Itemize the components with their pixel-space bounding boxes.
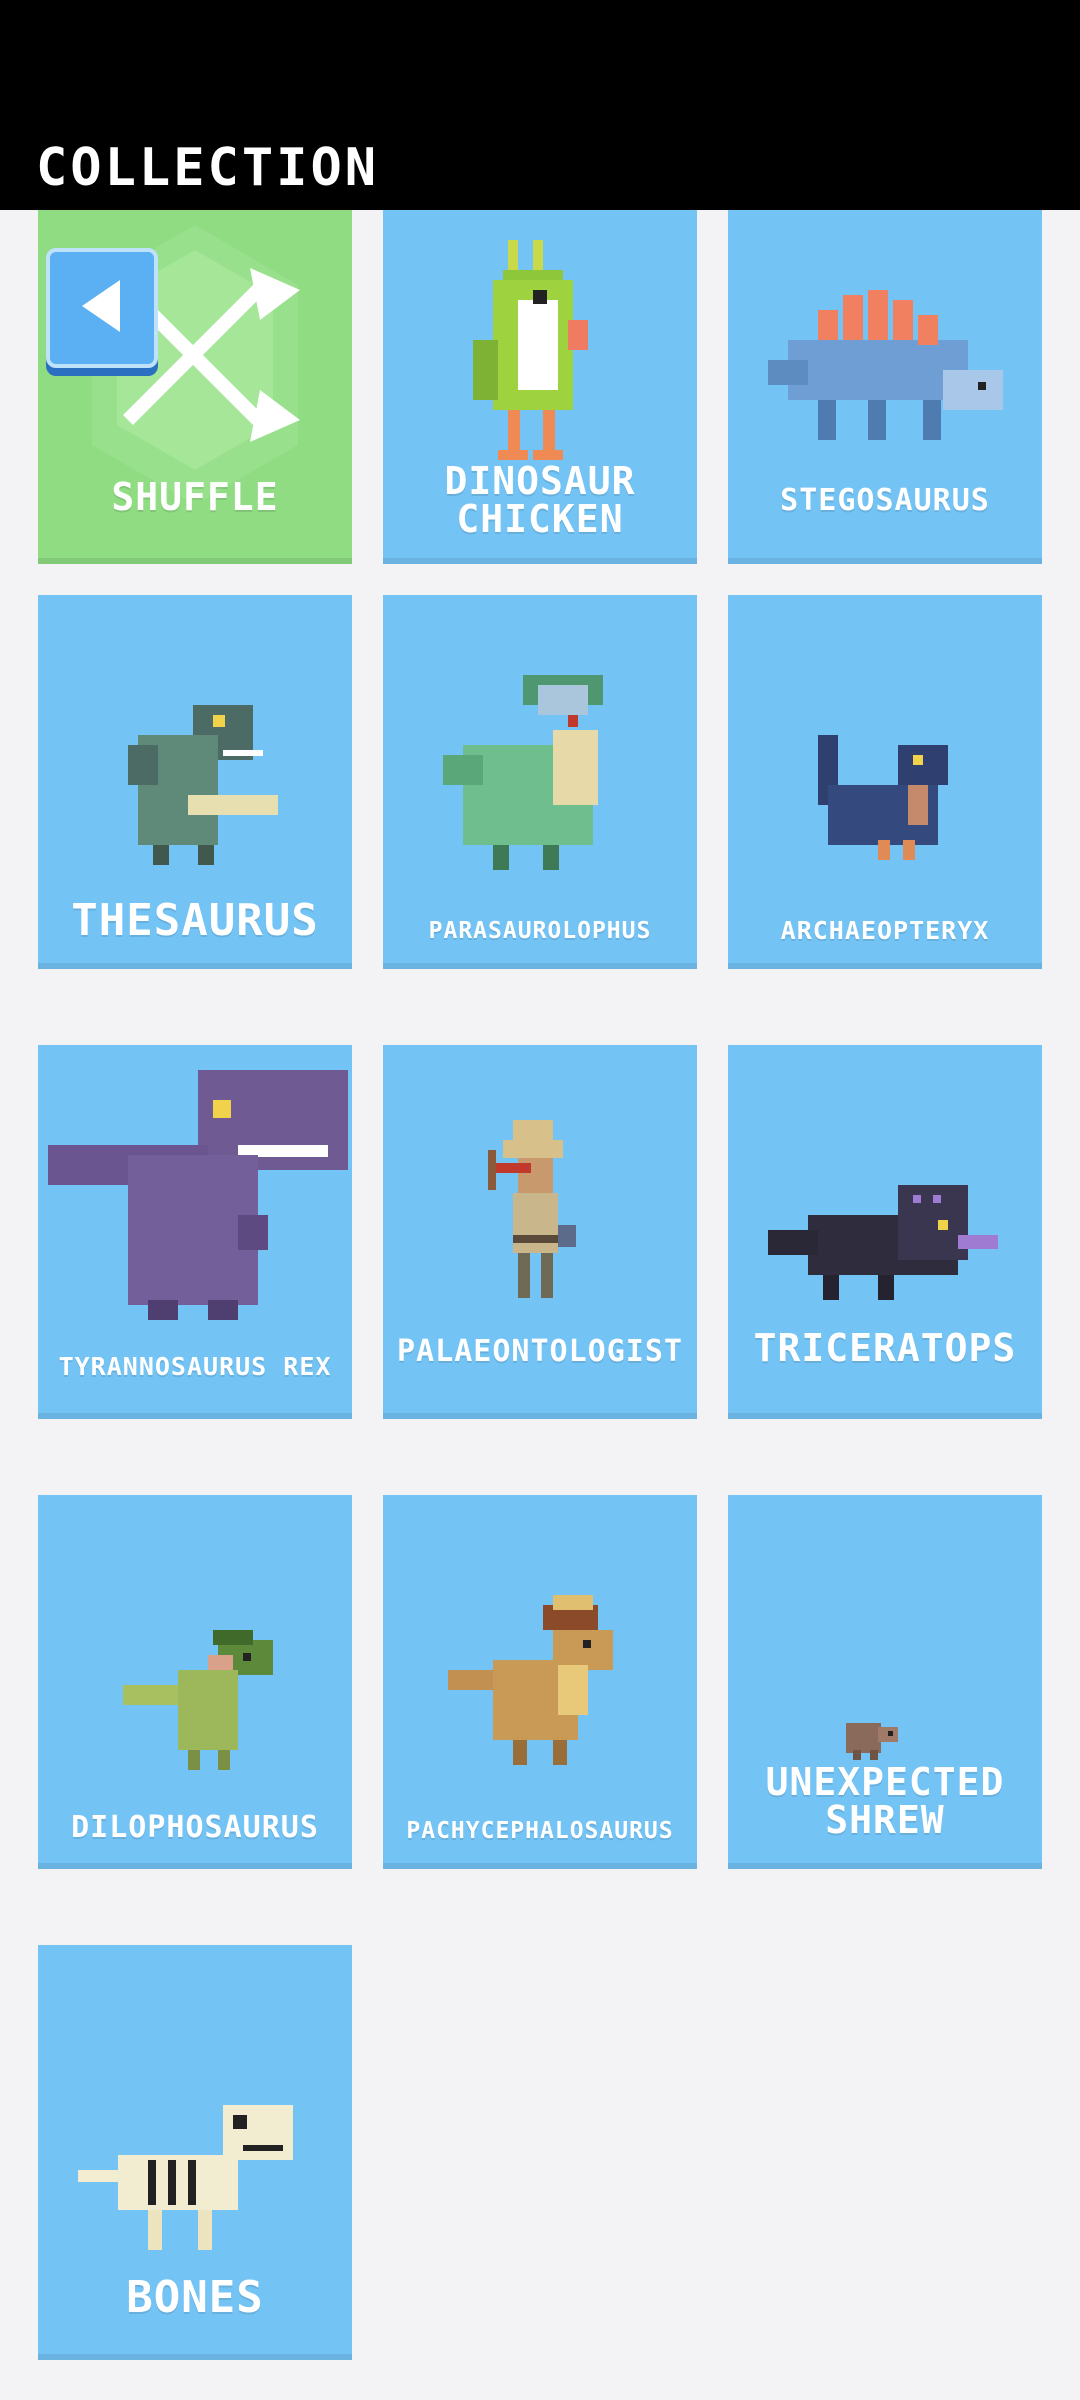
character-card-unexpected-shrew[interactable]: UNEXPECTED SHREW — [728, 1495, 1042, 1869]
character-label: STEGOSAURUS — [780, 483, 990, 518]
character-label: ARCHAEOPTERYX — [780, 916, 990, 945]
stegosaurus-icon — [768, 290, 1003, 440]
character-label: DILOPHOSAURUS — [71, 1810, 319, 1845]
pachycephalosaurus-icon — [448, 1595, 613, 1765]
palaeontologist-icon — [488, 1120, 576, 1298]
character-label: TRICERATOPS — [753, 1326, 1017, 1370]
tyrannosaurus-rex-icon — [48, 1070, 348, 1320]
character-card-palaeontologist[interactable]: PALAEONTOLOGIST — [383, 1045, 697, 1419]
thesaurus-icon — [128, 705, 278, 865]
character-card-pachycephalosaurus[interactable]: PACHYCEPHALOSAURUS — [383, 1495, 697, 1869]
triceratops-icon — [768, 1185, 998, 1300]
dinosaur-chicken-icon — [473, 240, 588, 460]
back-arrow-icon — [82, 280, 120, 332]
character-card-dilophosaurus[interactable]: DILOPHOSAURUS — [38, 1495, 352, 1869]
character-label: THESAURUS — [71, 895, 319, 946]
character-label: PACHYCEPHALOSAURUS — [406, 1818, 674, 1844]
top-bar: COLLECTION — [0, 0, 1080, 210]
back-button[interactable] — [46, 248, 158, 368]
character-card-stegosaurus[interactable]: STEGOSAURUS — [728, 210, 1042, 564]
character-label: DINOSAUR CHICKEN — [444, 459, 636, 541]
character-card-parasaurolophus[interactable]: PARASAUROLOPHUS — [383, 595, 697, 969]
parasaurolophus-icon — [443, 675, 603, 870]
character-card-dinosaur-chicken[interactable]: DINOSAUR CHICKEN — [383, 210, 697, 564]
character-card-thesaurus[interactable]: THESAURUS — [38, 595, 352, 969]
character-label: TYRANNOSAURUS REX — [58, 1352, 332, 1381]
character-card-triceratops[interactable]: TRICERATOPS — [728, 1045, 1042, 1419]
character-label: UNEXPECTED SHREW — [765, 1760, 1005, 1842]
character-label: PALAEONTOLOGIST — [397, 1334, 683, 1369]
character-card-bones[interactable]: BONES — [38, 1945, 352, 2360]
character-label: PARASAUROLOPHUS — [428, 918, 652, 944]
archaeopteryx-icon — [818, 735, 948, 860]
character-label: SHUFFLE — [111, 475, 279, 519]
character-card-archaeopteryx[interactable]: ARCHAEOPTERYX — [728, 595, 1042, 969]
character-card-tyrannosaurus-rex[interactable]: TYRANNOSAURUS REX — [38, 1045, 352, 1419]
character-label: BONES — [126, 2272, 264, 2323]
page-title: COLLECTION — [36, 138, 380, 198]
skeleton-icon — [78, 2105, 293, 2250]
shrew-icon — [846, 1723, 898, 1760]
dilophosaurus-icon — [123, 1630, 273, 1770]
